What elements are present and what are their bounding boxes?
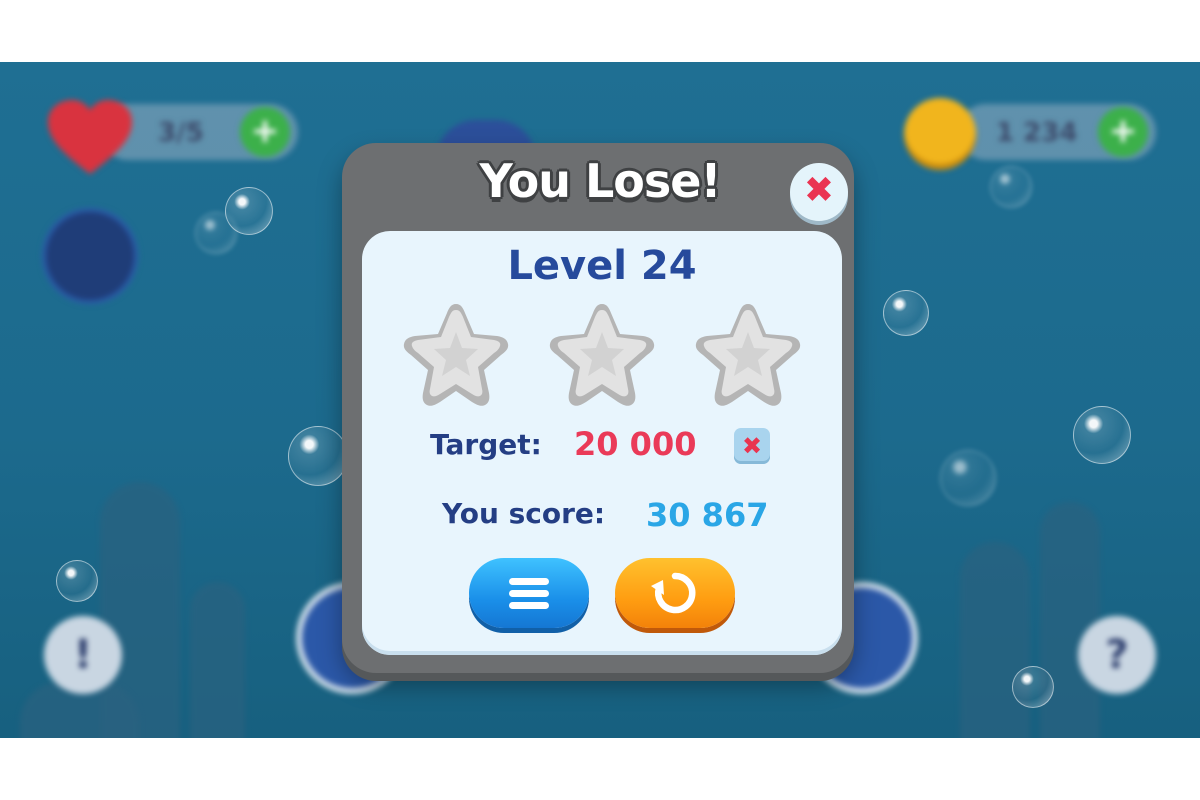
seaweed-decoration	[960, 542, 1030, 738]
target-label: Target:	[430, 428, 542, 461]
star-icon	[549, 304, 655, 406]
replay-icon	[651, 572, 696, 614]
seaweed-decoration	[1040, 502, 1100, 738]
bubble-decoration	[56, 560, 98, 602]
score-label: You score:	[442, 497, 606, 530]
add-coins-button[interactable]: +	[1098, 107, 1148, 157]
score-value: 30 867	[646, 496, 769, 534]
target-value: 20 000	[574, 425, 697, 463]
coins-value: 1 234	[996, 118, 1078, 148]
close-button[interactable]: ✖	[790, 163, 848, 221]
replay-button[interactable]	[615, 558, 735, 628]
avatar[interactable]	[42, 208, 138, 304]
menu-icon	[509, 578, 549, 609]
info-button[interactable]: !	[44, 616, 122, 694]
bubble-decoration	[940, 450, 996, 506]
bubble-decoration	[288, 426, 348, 486]
add-lives-button[interactable]: +	[240, 107, 290, 157]
bubble-decoration	[195, 212, 237, 254]
bubble-decoration	[1012, 666, 1054, 708]
target-failed-icon: ✖	[734, 428, 770, 464]
star-icon	[403, 304, 509, 406]
level-title: Level 24	[507, 243, 697, 289]
lives-value: 3/5	[158, 118, 204, 148]
star-icon	[695, 304, 801, 406]
close-icon: ✖	[803, 170, 835, 211]
menu-button[interactable]	[469, 558, 589, 628]
bubble-decoration	[1073, 406, 1131, 464]
seaweed-decoration	[190, 582, 245, 738]
bubble-decoration	[883, 290, 929, 336]
dialog-title: You Lose!	[479, 154, 722, 208]
help-button[interactable]: ?	[1078, 616, 1156, 694]
